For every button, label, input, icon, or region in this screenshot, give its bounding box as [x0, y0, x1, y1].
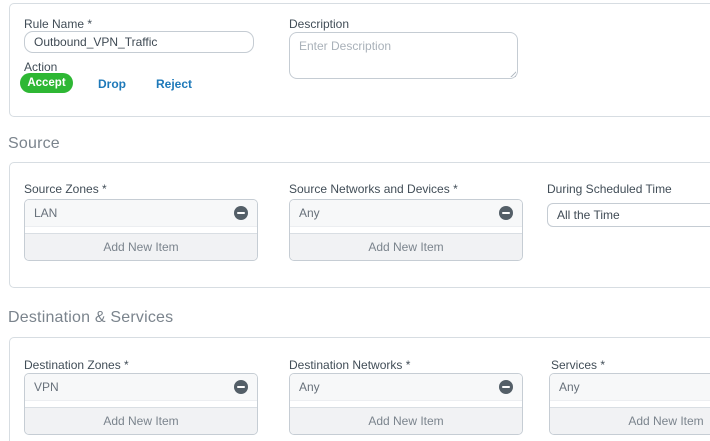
source-networks-label: Source Networks and Devices *: [289, 182, 458, 196]
action-reject-button[interactable]: Reject: [156, 77, 192, 91]
rule-details-card: Rule Name * Description Action Accept Dr…: [9, 3, 710, 117]
remove-item-minus-circle-icon[interactable]: [499, 206, 513, 220]
destination-networks-listbox: Any Add New Item: [289, 373, 523, 435]
list-item: VPN: [25, 374, 257, 401]
services-label: Services *: [551, 358, 605, 372]
add-new-item-button[interactable]: Add New Item: [25, 407, 257, 434]
action-accept-button[interactable]: Accept: [20, 73, 73, 93]
list-item-label: Any: [559, 380, 580, 394]
list-item: LAN: [25, 200, 257, 227]
source-zones-label: Source Zones *: [24, 182, 107, 196]
destination-section-title: Destination & Services: [8, 309, 173, 327]
source-networks-listbox: Any Add New Item: [289, 199, 523, 261]
list-item-label: Any: [299, 206, 320, 220]
list-item-label: Any: [299, 380, 320, 394]
source-section-title: Source: [8, 135, 60, 153]
list-item-label: LAN: [34, 206, 57, 220]
firewall-rule-editor: Rule Name * Description Action Accept Dr…: [0, 0, 710, 441]
list-item-label: VPN: [34, 380, 59, 394]
source-card: Source Zones * LAN Add New Item Source N…: [9, 162, 710, 288]
rule-name-label: Rule Name *: [24, 17, 92, 31]
scheduled-time-value: All the Time: [557, 208, 620, 222]
remove-item-minus-circle-icon[interactable]: [234, 206, 248, 220]
add-new-item-button[interactable]: Add New Item: [290, 233, 522, 260]
scheduled-time-select[interactable]: All the Time: [547, 203, 710, 227]
remove-item-minus-circle-icon[interactable]: [499, 380, 513, 394]
description-label: Description: [289, 17, 349, 31]
action-label: Action: [24, 60, 57, 74]
add-new-item-button[interactable]: Add New Item: [550, 407, 710, 434]
source-zones-listbox: LAN Add New Item: [24, 199, 258, 261]
add-new-item-button[interactable]: Add New Item: [25, 233, 257, 260]
rule-name-input[interactable]: [24, 31, 254, 53]
destination-card: Destination Zones * VPN Add New Item Des…: [9, 337, 710, 441]
destination-networks-label: Destination Networks *: [289, 358, 410, 372]
destination-zones-label: Destination Zones *: [24, 358, 129, 372]
description-textarea[interactable]: [289, 32, 518, 79]
list-item: Any: [550, 374, 710, 401]
action-drop-button[interactable]: Drop: [98, 77, 126, 91]
list-item: Any: [290, 374, 522, 401]
list-item: Any: [290, 200, 522, 227]
destination-zones-listbox: VPN Add New Item: [24, 373, 258, 435]
add-new-item-button[interactable]: Add New Item: [290, 407, 522, 434]
remove-item-minus-circle-icon[interactable]: [234, 380, 248, 394]
services-listbox: Any Add New Item: [549, 373, 710, 435]
scheduled-time-label: During Scheduled Time: [547, 182, 672, 196]
